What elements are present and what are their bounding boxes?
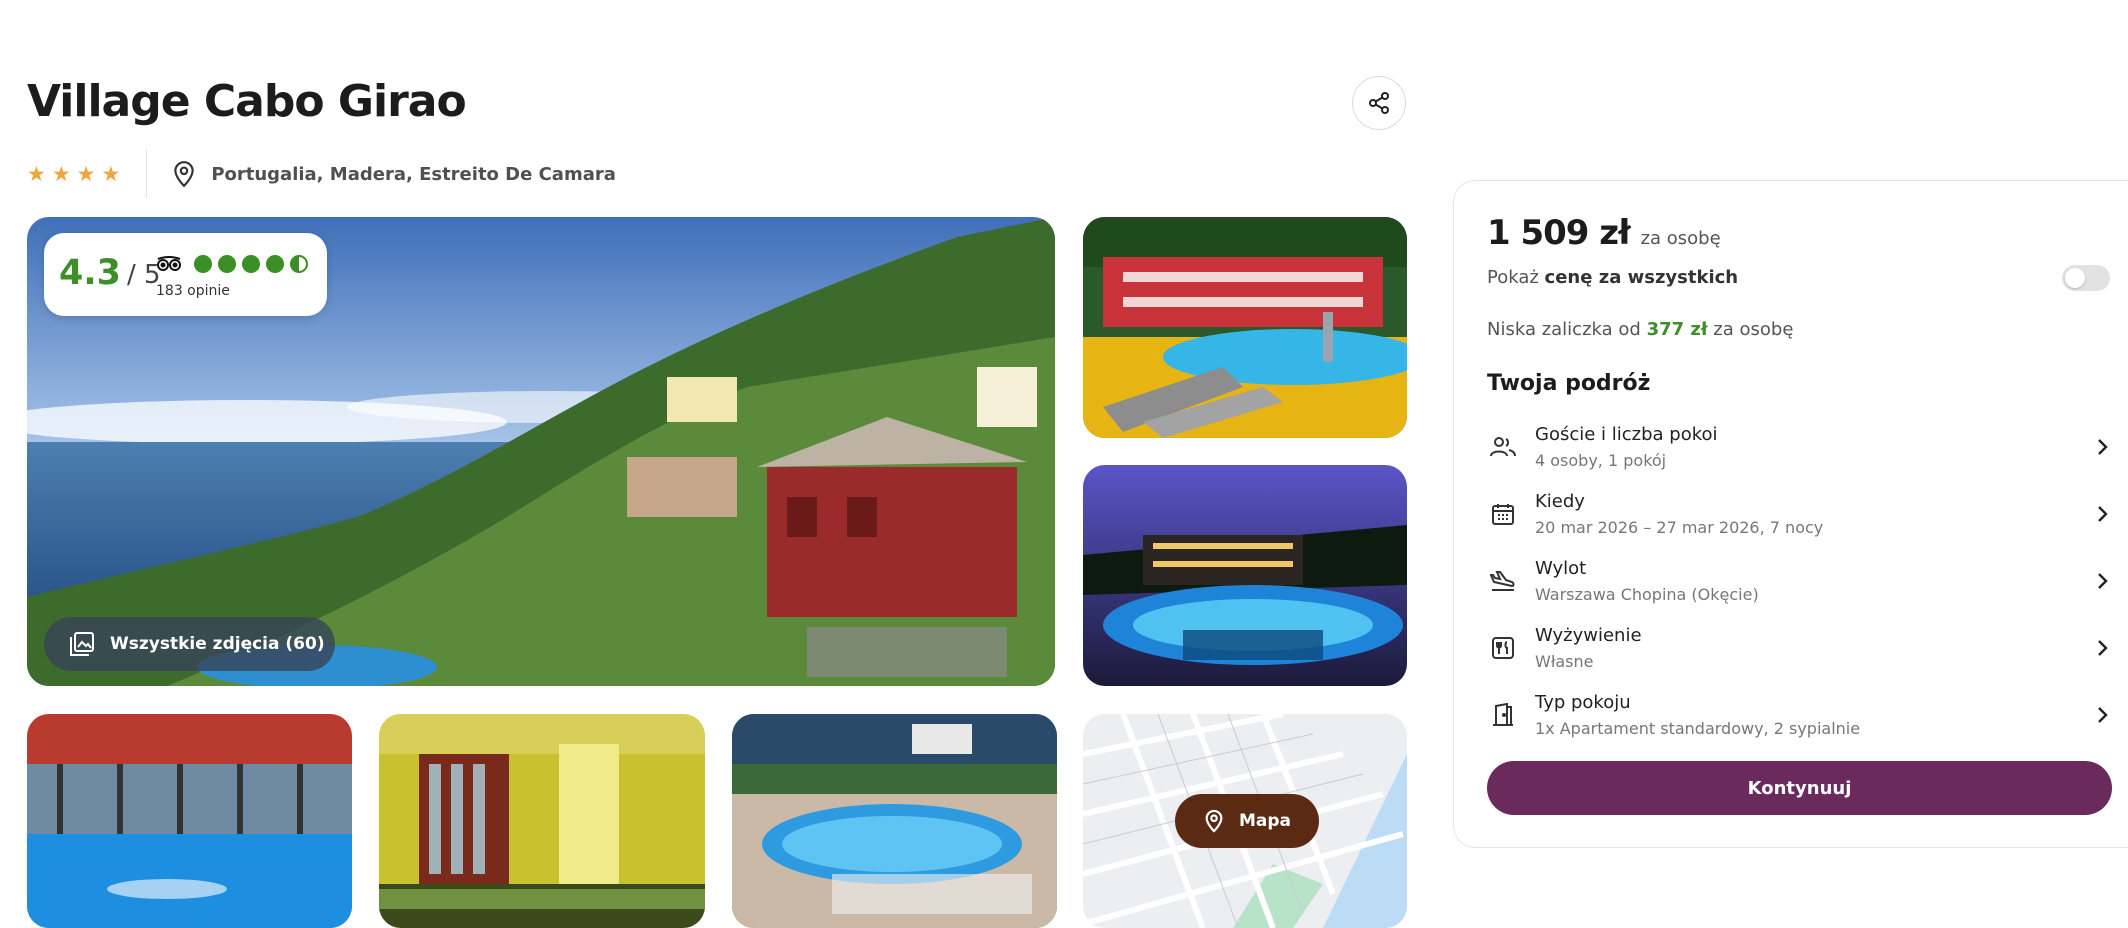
toggle-knob [2065,268,2085,288]
all-photos-label: Wszystkie zdjęcia (60) [110,634,325,654]
chevron-right-icon [2098,640,2108,656]
share-icon [1369,92,1389,114]
plane-icon [1490,571,1515,591]
chevron-right-icon [2098,573,2108,589]
rating-score: 4.3 [59,253,122,293]
photo-indoor-hall[interactable] [379,714,705,928]
calendar-icon [1492,504,1514,525]
trip-row-departure[interactable]: Wylot Warszawa Chopina (Okęcie) [1487,551,2112,611]
rating-bubble [266,255,284,273]
hotel-meta: ★ ★ ★ ★ Portugalia, Madera, Estreito De … [27,150,616,198]
rating-bubble-half [290,255,308,273]
map-button[interactable]: Mapa [1175,794,1319,848]
price-unit: za osobę [1640,228,1721,249]
booking-panel: 1 509 zł za osobę Pokaż cenę za wszystki… [1453,180,2128,848]
star-icon: ★ [76,161,96,186]
show-total-label: Pokaż cenę za wszystkich [1487,267,1739,288]
photo-pool-day[interactable] [1083,217,1407,438]
location-text: Portugalia, Madera, Estreito De Camara [211,163,616,185]
rating-bubble [242,255,260,273]
star-icon: ★ [51,161,71,186]
rating-bubble [218,255,236,273]
door-icon [1493,703,1513,726]
price: 1 509 zł za osobę [1487,213,1721,253]
deposit-amount: 377 zł [1646,319,1708,340]
trip-row-meals[interactable]: Wyżywienie Własne [1487,618,2112,678]
trip-row-guests[interactable]: Goście i liczba pokoi 4 osoby, 1 pokój [1487,417,2112,477]
rating-card[interactable]: 4.3 / 5 183 opinie [44,233,327,316]
photo-indoor-pool[interactable] [27,714,352,928]
all-photos-button[interactable]: Wszystkie zdjęcia (60) [44,617,335,671]
location-pin-icon [174,161,195,188]
chevron-right-icon [2098,439,2108,455]
star-icon: ★ [27,161,46,186]
hotel-title: Village Cabo Girao [27,76,467,127]
deposit-info: Niska zaliczka od 377 zł za osobę [1487,319,1794,340]
continue-button[interactable]: Kontynuuj [1487,761,2112,815]
trip-row-room[interactable]: Typ pokoju 1x Apartament standardowy, 2 s… [1487,685,2112,745]
rating-bubbles [194,255,308,273]
trip-row-dates[interactable]: Kiedy 20 mar 2026 – 27 mar 2026, 7 nocy [1487,484,2112,544]
location-pin-icon [1205,809,1223,833]
gallery-icon [70,632,94,656]
chevron-right-icon [2098,506,2108,522]
meal-icon [1492,637,1514,659]
rating-bubble [194,255,212,273]
map-label: Mapa [1238,811,1292,831]
photo-pool-night[interactable] [1083,465,1407,686]
show-total-toggle[interactable] [2062,265,2110,291]
photo-outdoor-pool[interactable] [732,714,1057,928]
rating-count: 183 opinie [156,283,230,299]
hotel-stars: ★ ★ ★ ★ [27,150,148,198]
hotel-location[interactable]: Portugalia, Madera, Estreito De Camara [171,160,616,188]
price-value: 1 509 zł [1487,213,1631,253]
star-icon: ★ [101,161,121,186]
guests-icon [1490,437,1516,457]
chevron-right-icon [2098,707,2108,723]
share-button[interactable] [1352,76,1406,130]
trip-title: Twoja podróż [1487,371,1651,396]
tripadvisor-icon [157,256,181,271]
